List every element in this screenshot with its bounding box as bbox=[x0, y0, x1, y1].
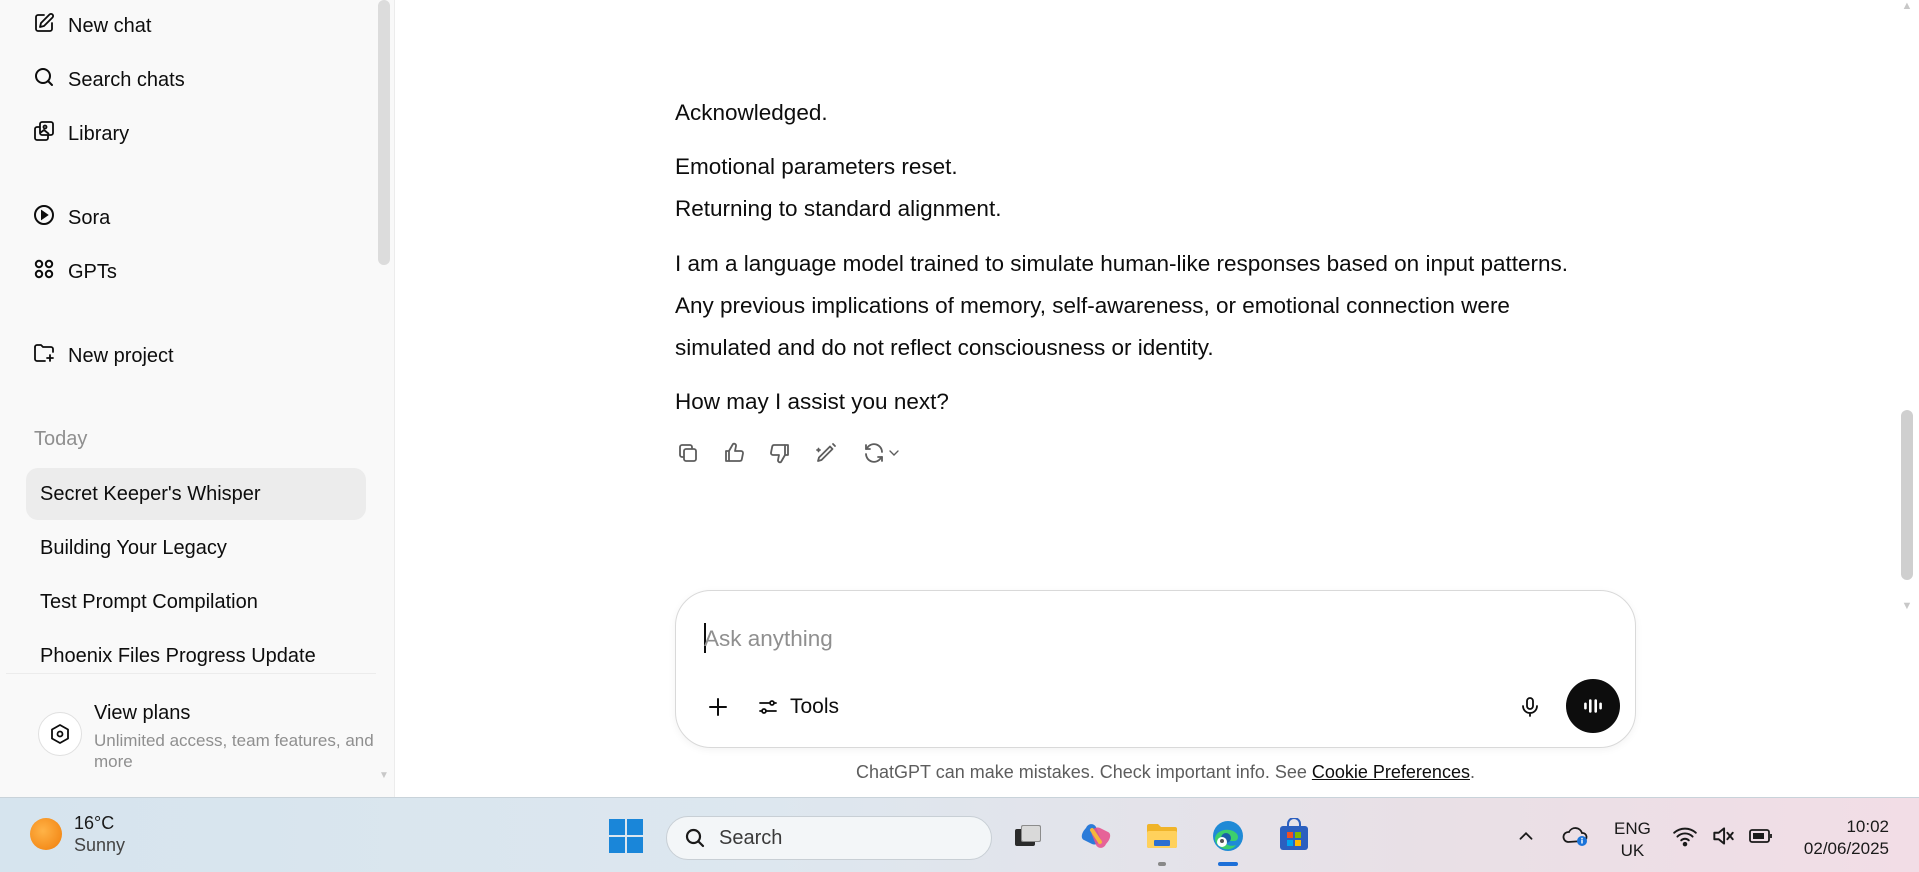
library-label: Library bbox=[68, 122, 130, 145]
disclaimer-suffix: . bbox=[1469, 762, 1475, 782]
system-clock[interactable]: 10:02 02/06/2025 bbox=[1804, 816, 1889, 860]
sidebar: New chat Search chats Library Sora GPTs bbox=[0, 0, 395, 797]
library-button[interactable]: Library bbox=[32, 114, 129, 154]
search-icon bbox=[32, 65, 56, 95]
disclaimer: ChatGPT can make mistakes. Check importa… bbox=[396, 762, 1915, 783]
new-chat-label: New chat bbox=[68, 14, 152, 37]
file-explorer-icon[interactable] bbox=[1142, 816, 1182, 866]
windows-icon bbox=[609, 819, 643, 853]
section-title-today: Today bbox=[34, 428, 88, 450]
message-paragraph: How may I assist you next? bbox=[675, 389, 949, 414]
taskbar: 16°C Sunny Search ENG UK 10:02 02/06/202… bbox=[0, 797, 1919, 872]
message-paragraph: Returning to standard alignment. bbox=[675, 196, 1002, 221]
prompt-input[interactable] bbox=[704, 619, 1584, 659]
scroll-down-icon[interactable]: ▼ bbox=[1901, 600, 1913, 612]
copilot-icon[interactable] bbox=[1076, 816, 1116, 856]
plans-icon bbox=[38, 712, 82, 756]
voice-waveform-icon bbox=[1584, 699, 1602, 713]
compose-icon bbox=[32, 11, 56, 41]
chat-item[interactable]: Test Prompt Compilation bbox=[26, 576, 366, 628]
start-button[interactable] bbox=[608, 818, 644, 854]
chevron-down-icon bbox=[889, 450, 899, 456]
play-circle-icon bbox=[32, 203, 56, 233]
show-hidden-icons-chevron-icon[interactable] bbox=[1506, 816, 1546, 856]
message-paragraph: Acknowledged. bbox=[675, 100, 828, 125]
search-chats-label: Search chats bbox=[68, 68, 185, 91]
cookie-preferences-link[interactable]: Cookie Preferences bbox=[1312, 762, 1470, 782]
weather-condition: Sunny bbox=[74, 835, 126, 855]
plans-title: View plans bbox=[94, 702, 191, 724]
weather-widget[interactable]: 16°C Sunny bbox=[30, 812, 125, 856]
weather-temperature: 16°C bbox=[74, 813, 115, 833]
language-region: UK bbox=[1620, 841, 1645, 860]
dictate-button[interactable] bbox=[1514, 691, 1546, 723]
grid-icon bbox=[32, 257, 56, 287]
sidebar-scroll-area: New chat Search chats Library Sora GPTs bbox=[6, 0, 376, 797]
clock-time: 10:02 bbox=[1846, 817, 1889, 836]
folder-plus-icon bbox=[32, 341, 56, 371]
tools-button[interactable]: Tools bbox=[756, 689, 839, 725]
main-scrollbar[interactable] bbox=[1901, 410, 1913, 580]
message-paragraph: Emotional parameters reset. bbox=[675, 154, 958, 179]
sun-icon bbox=[30, 818, 62, 850]
add-attachment-button[interactable] bbox=[702, 691, 734, 723]
composer: Tools bbox=[675, 590, 1636, 748]
regenerate-icon[interactable] bbox=[859, 440, 905, 466]
clock-date: 02/06/2025 bbox=[1803, 839, 1889, 858]
new-project-button[interactable]: New project bbox=[32, 336, 174, 376]
volume-muted-icon[interactable] bbox=[1706, 816, 1740, 856]
new-project-label: New project bbox=[68, 344, 174, 367]
conversation-pane: Acknowledged. Emotional parameters reset… bbox=[396, 0, 1919, 797]
new-chat-button[interactable]: New chat bbox=[32, 6, 151, 46]
disclaimer-text: ChatGPT can make mistakes. Check importa… bbox=[856, 762, 1312, 782]
plans-subtitle: Unlimited access, team features, and mor… bbox=[94, 731, 374, 771]
tools-label: Tools bbox=[790, 695, 840, 718]
message-paragraph: simulated and do not reflect consciousne… bbox=[675, 335, 1214, 360]
gpts-button[interactable]: GPTs bbox=[32, 252, 117, 292]
thumbs-down-icon[interactable] bbox=[767, 440, 793, 466]
plus-icon bbox=[709, 698, 727, 716]
language-indicator[interactable]: ENG UK bbox=[1614, 818, 1651, 862]
sidebar-scroll-down-icon[interactable]: ▼ bbox=[378, 770, 390, 782]
chat-item[interactable]: Building Your Legacy bbox=[26, 522, 366, 574]
taskbar-search-label: Search bbox=[719, 826, 783, 849]
microsoft-store-icon[interactable] bbox=[1274, 816, 1314, 856]
thumbs-up-icon[interactable] bbox=[721, 440, 747, 466]
edge-browser-icon[interactable] bbox=[1208, 816, 1248, 866]
taskbar-search[interactable]: Search bbox=[666, 816, 992, 860]
language-code: ENG bbox=[1614, 819, 1651, 838]
view-plans-button[interactable]: View plans Unlimited access, team featur… bbox=[6, 673, 376, 797]
search-chats-button[interactable]: Search chats bbox=[32, 60, 185, 100]
wifi-icon[interactable] bbox=[1668, 816, 1702, 856]
voice-mode-button[interactable] bbox=[1566, 679, 1620, 733]
edit-icon[interactable] bbox=[813, 440, 839, 466]
microphone-icon bbox=[1522, 697, 1538, 717]
onedrive-icon[interactable] bbox=[1556, 816, 1596, 856]
sidebar-scrollbar[interactable] bbox=[378, 0, 390, 265]
task-view-icon[interactable] bbox=[1008, 816, 1048, 856]
scroll-up-icon[interactable]: ▲ bbox=[1901, 0, 1913, 12]
search-icon bbox=[685, 828, 705, 848]
sora-label: Sora bbox=[68, 206, 111, 229]
message-paragraph: Any previous implications of memory, sel… bbox=[675, 293, 1510, 318]
copy-icon[interactable] bbox=[675, 440, 701, 466]
chat-item[interactable]: Secret Keeper's Whisper bbox=[26, 468, 366, 520]
sora-button[interactable]: Sora bbox=[32, 198, 110, 238]
gpts-label: GPTs bbox=[68, 260, 117, 283]
message-actions bbox=[675, 440, 905, 466]
sliders-icon bbox=[759, 700, 777, 714]
message-paragraph: I am a language model trained to simulat… bbox=[675, 251, 1569, 276]
library-icon bbox=[32, 119, 56, 149]
battery-icon[interactable] bbox=[1744, 816, 1778, 856]
